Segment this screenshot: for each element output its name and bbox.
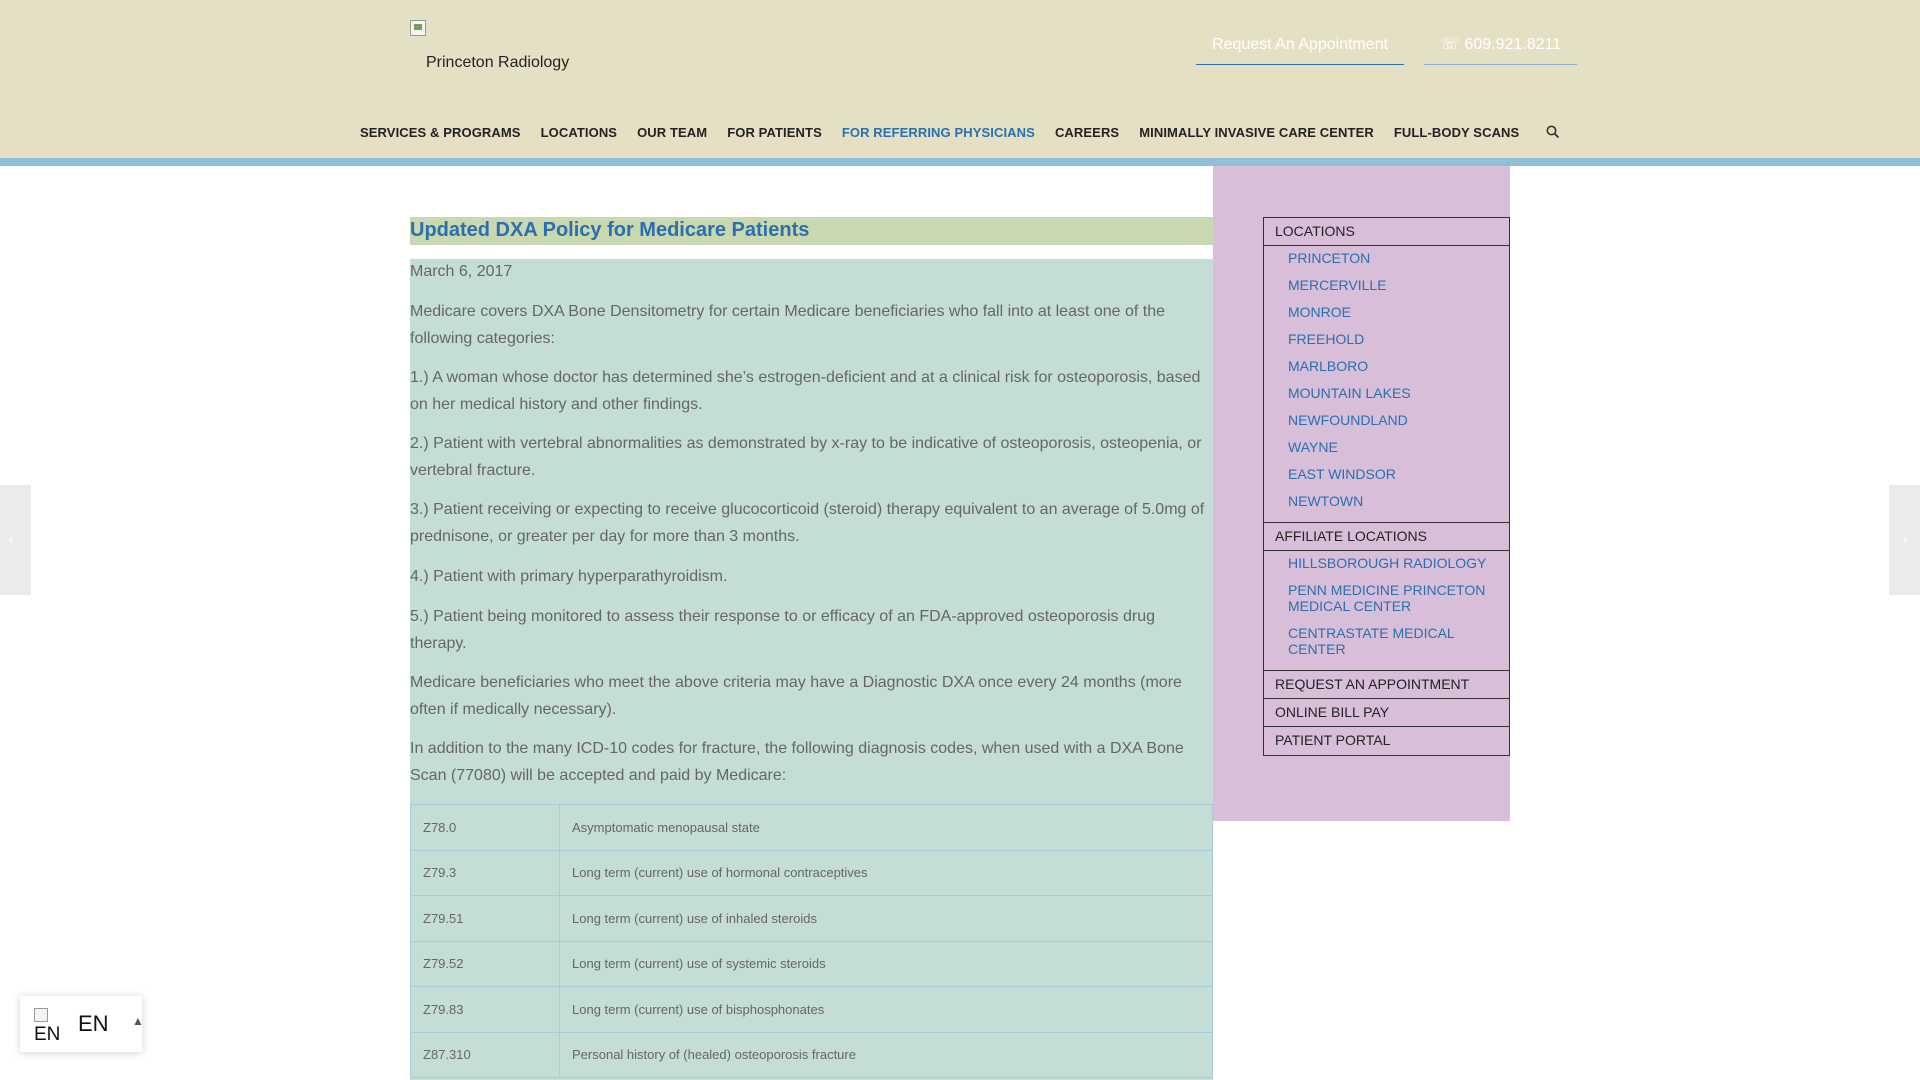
description-cell: Long term (current) use of systemic ster… — [559, 940, 1213, 987]
code-cell: Z79.52 — [410, 940, 560, 987]
post-paragraph: 3.) Patient receiving or expecting to re… — [410, 501, 1205, 545]
sidebar-item-east-windsor[interactable]: EAST WINDSOR — [1264, 466, 1509, 482]
site-logo[interactable]: Princeton Radiology — [410, 20, 590, 80]
sidebar-item-monroe[interactable]: MONROE — [1264, 304, 1509, 320]
logo-alt-text: Princeton Radiology — [426, 54, 570, 71]
language-switcher[interactable]: EN EN ▲ — [20, 996, 144, 1052]
sidebar-item-request-appointment[interactable]: REQUEST AN APPOINTMENT — [1264, 671, 1509, 699]
sidebar-item-newfoundland[interactable]: NEWFOUNDLAND — [1264, 412, 1509, 428]
sidebar-item-newtown[interactable]: NEWTOWN — [1264, 493, 1509, 509]
post-paragraph: Medicare covers DXA Bone Densitometry fo… — [410, 303, 1166, 347]
nav-item-for-patients[interactable]: FOR PATIENTS — [727, 125, 822, 140]
sidebar-item-locations[interactable]: LOCATIONS — [1264, 218, 1509, 246]
post-paragraph: 5.) Patient being monitored to assess th… — [410, 608, 1155, 652]
sidebar-item-patient-portal[interactable]: PATIENT PORTAL — [1264, 727, 1509, 755]
sidebar-item-online-bill-pay[interactable]: ONLINE BILL PAY — [1264, 699, 1509, 727]
flag-alt-text: EN — [34, 1024, 61, 1045]
header-divider — [0, 158, 1920, 166]
post-paragraph: 2.) Patient with vertebral abnormalities… — [410, 435, 1202, 479]
table-row: Z87.310 Personal history of (healed) ost… — [410, 1031, 1213, 1078]
table-row: Z79.52 Long term (current) use of system… — [410, 940, 1213, 987]
sidebar-item-penn-medicine-princeton[interactable]: PENN MEDICINE PRINCETON MEDICAL CENTER — [1264, 582, 1509, 614]
chevron-right-icon: › — [1903, 530, 1908, 546]
sidebar-nav: LOCATIONS PRINCETON MERCERVILLE MONROE F… — [1263, 217, 1510, 756]
phone-icon: ☏ — [1440, 36, 1461, 53]
sidebar-item-freehold[interactable]: FREEHOLD — [1264, 331, 1509, 347]
language-code: EN — [78, 1011, 109, 1036]
post-paragraph: In addition to the many ICD-10 codes for… — [410, 740, 1184, 784]
nav-item-careers[interactable]: CAREERS — [1055, 125, 1119, 140]
nav-item-minimally-invasive[interactable]: MINIMALLY INVASIVE CARE CENTER — [1139, 125, 1374, 140]
affiliates-list: HILLSBOROUGH RADIOLOGY PENN MEDICINE PRI… — [1264, 551, 1509, 671]
table-row: Z78.0 Asymptomatic menopausal state — [410, 804, 1213, 851]
code-cell: Z79.3 — [410, 849, 560, 896]
table-row: Z79.51 Long term (current) use of inhale… — [410, 895, 1213, 942]
nav-item-services[interactable]: SERVICES & PROGRAMS — [360, 125, 521, 140]
chevron-left-icon: ‹ — [9, 530, 14, 546]
code-cell: Z87.310 — [410, 1031, 560, 1078]
description-cell: Personal history of (healed) osteoporosi… — [559, 1031, 1213, 1078]
main-nav: SERVICES & PROGRAMS LOCATIONS OUR TEAM F… — [360, 112, 1539, 152]
nav-item-our-team[interactable]: OUR TEAM — [637, 125, 707, 140]
post-paragraph: Medicare beneficiaries who meet the abov… — [410, 674, 1182, 718]
locations-list: PRINCETON MERCERVILLE MONROE FREEHOLD MA… — [1264, 246, 1509, 523]
sidebar-item-wayne[interactable]: WAYNE — [1264, 439, 1509, 455]
chevron-up-icon: ▲ — [132, 1014, 144, 1028]
description-cell: Long term (current) use of hormonal cont… — [559, 849, 1213, 896]
table-row: Z79.3 Long term (current) use of hormona… — [410, 849, 1213, 896]
broken-image-icon — [34, 1008, 48, 1022]
phone-number: 609.921.8211 — [1464, 36, 1562, 53]
nav-item-full-body-scans[interactable]: FULL-BODY SCANS — [1394, 125, 1519, 140]
post-paragraph: 1.) A woman whose doctor has determined … — [410, 369, 1201, 413]
previous-post-tab[interactable]: ‹ — [0, 485, 31, 595]
sidebar-item-mountain-lakes[interactable]: MOUNTAIN LAKES — [1264, 385, 1509, 401]
sidebar-item-centrastate[interactable]: CENTRASTATE MEDICAL CENTER — [1264, 625, 1509, 657]
broken-image-icon — [410, 20, 426, 36]
code-cell: Z78.0 — [410, 804, 560, 851]
search-icon[interactable] — [1545, 124, 1561, 140]
sidebar-item-marlboro[interactable]: MARLBORO — [1264, 358, 1509, 374]
next-post-tab[interactable]: › — [1889, 485, 1920, 595]
sidebar-item-affiliate-locations[interactable]: AFFILIATE LOCATIONS — [1264, 523, 1509, 551]
nav-item-locations[interactable]: LOCATIONS — [541, 125, 618, 140]
sidebar-item-mercerville[interactable]: MERCERVILLE — [1264, 277, 1509, 293]
sidebar-item-hillsborough-radiology[interactable]: HILLSBOROUGH RADIOLOGY — [1264, 555, 1509, 571]
table-row: Z79.83 Long term (current) use of bispho… — [410, 986, 1213, 1033]
diagnosis-codes-table: Z78.0 Asymptomatic menopausal state Z79.… — [410, 804, 1213, 1078]
description-cell: Asymptomatic menopausal state — [559, 804, 1213, 851]
sidebar-item-princeton[interactable]: PRINCETON — [1264, 250, 1509, 266]
nav-item-for-referring-physicians[interactable]: FOR REFERRING PHYSICIANS — [842, 125, 1035, 140]
language-flag: EN — [34, 1008, 60, 1045]
post-paragraph: 4.) Patient with primary hyperparathyroi… — [410, 568, 728, 585]
post-title[interactable]: Updated DXA Policy for Medicare Patients — [410, 219, 809, 242]
code-cell: Z79.83 — [410, 986, 560, 1033]
description-cell: Long term (current) use of bisphosphonat… — [559, 986, 1213, 1033]
description-cell: Long term (current) use of inhaled stero… — [559, 895, 1213, 942]
post-date: March 6, 2017 — [410, 263, 513, 280]
phone-button[interactable]: ☏ 609.921.8211 — [1424, 28, 1578, 65]
request-appointment-button[interactable]: Request An Appointment — [1196, 28, 1405, 65]
code-cell: Z79.51 — [410, 895, 560, 942]
